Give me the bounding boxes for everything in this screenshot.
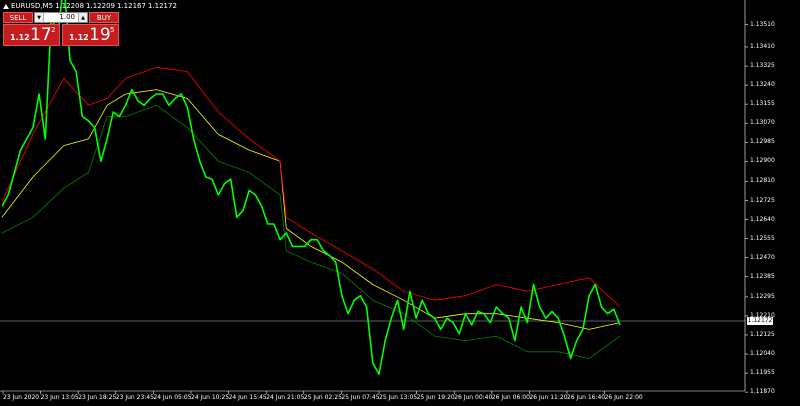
y-tick-label: 1.11955 bbox=[750, 369, 775, 377]
sell-price-pips: 17 bbox=[30, 25, 52, 45]
y-tick-label: 1.13410 bbox=[750, 42, 775, 50]
x-tick-label: 25 Jun 07:45 bbox=[341, 394, 380, 401]
y-tick-label: 1.11870 bbox=[750, 388, 775, 396]
x-tick-label: 23 Jun 18:25 bbox=[78, 394, 117, 401]
chart-open: 1.12208 bbox=[55, 2, 85, 10]
sell-price-fraction: 2 bbox=[51, 26, 56, 34]
chart-symbol: EURUSD,M5 bbox=[11, 2, 54, 10]
x-tick-label: 23 Jun 23:45 bbox=[115, 394, 154, 401]
sell-price-button[interactable]: 1.12 17 2 bbox=[3, 24, 60, 46]
y-tick-label: 1.13325 bbox=[750, 62, 775, 70]
y-tick-label: 1.12040 bbox=[750, 350, 775, 358]
chart-close: 1.12172 bbox=[147, 2, 177, 10]
y-tick-label: 1.13240 bbox=[750, 81, 775, 89]
x-tick-label: 23 Jun 2020 bbox=[3, 394, 40, 401]
y-tick-label: 1.12295 bbox=[750, 292, 775, 300]
price-chart[interactable] bbox=[0, 0, 800, 406]
x-tick-label: 26 Jun 00:40 bbox=[454, 394, 493, 401]
y-tick-label: 1.12725 bbox=[750, 196, 775, 204]
collapse-triangle-icon[interactable] bbox=[3, 3, 9, 9]
x-tick-label: 26 Jun 22:00 bbox=[604, 394, 643, 401]
chart-title-bar: EURUSD,M5 1.12208 1.12209 1.12167 1.1217… bbox=[3, 2, 177, 10]
x-tick-label: 24 Jun 10:25 bbox=[191, 394, 230, 401]
lot-decrease-icon[interactable]: ▼ bbox=[35, 13, 44, 22]
buy-button[interactable]: BUY bbox=[89, 12, 119, 23]
lot-size-input[interactable]: ▼ 1.00 ▲ bbox=[34, 12, 88, 23]
x-tick-label: 25 Jun 02:25 bbox=[303, 394, 342, 401]
x-tick-label: 24 Jun 05:05 bbox=[153, 394, 192, 401]
x-tick-label: 26 Jun 16:40 bbox=[567, 394, 606, 401]
y-tick-label: 1.12640 bbox=[750, 215, 775, 223]
chart-background bbox=[0, 0, 800, 406]
one-click-trading-panel: SELL ▼ 1.00 ▲ BUY 1.12 17 2 1.12 19 5 bbox=[3, 12, 119, 46]
x-tick-label: 26 Jun 11:20 bbox=[529, 394, 568, 401]
y-tick-label: 1.13155 bbox=[750, 100, 775, 108]
y-tick-label: 1.13070 bbox=[750, 119, 775, 127]
chart-low: 1.12167 bbox=[117, 2, 146, 10]
buy-price-prefix: 1.12 bbox=[69, 33, 89, 42]
x-tick-label: 25 Jun 19:20 bbox=[416, 394, 455, 401]
buy-price-button[interactable]: 1.12 19 5 bbox=[62, 24, 119, 46]
lot-increase-icon[interactable]: ▲ bbox=[78, 13, 87, 22]
x-tick-label: 25 Jun 13:05 bbox=[379, 394, 418, 401]
x-tick-label: 23 Jun 13:05 bbox=[40, 394, 79, 401]
buy-price-fraction: 5 bbox=[110, 26, 115, 34]
sell-price-prefix: 1.12 bbox=[10, 33, 30, 42]
y-tick-label: 1.12985 bbox=[750, 138, 775, 146]
y-tick-label: 1.12555 bbox=[750, 234, 775, 242]
y-tick-label: 1.12810 bbox=[750, 177, 775, 185]
x-tick-label: 24 Jun 21:05 bbox=[266, 394, 305, 401]
x-tick-label: 26 Jun 06:00 bbox=[491, 394, 530, 401]
current-price-label: 1.12172 bbox=[747, 317, 773, 325]
sell-button[interactable]: SELL bbox=[3, 12, 33, 23]
chart-high: 1.12209 bbox=[86, 2, 115, 10]
y-tick-label: 1.12900 bbox=[750, 157, 775, 165]
buy-price-pips: 19 bbox=[89, 25, 111, 45]
y-tick-label: 1.12470 bbox=[750, 253, 775, 261]
y-tick-label: 1.13510 bbox=[750, 20, 775, 28]
x-tick-label: 24 Jun 15:45 bbox=[228, 394, 267, 401]
lot-size-value: 1.00 bbox=[59, 13, 75, 21]
y-tick-label: 1.12385 bbox=[750, 272, 775, 280]
y-tick-label: 1.12125 bbox=[750, 330, 775, 338]
